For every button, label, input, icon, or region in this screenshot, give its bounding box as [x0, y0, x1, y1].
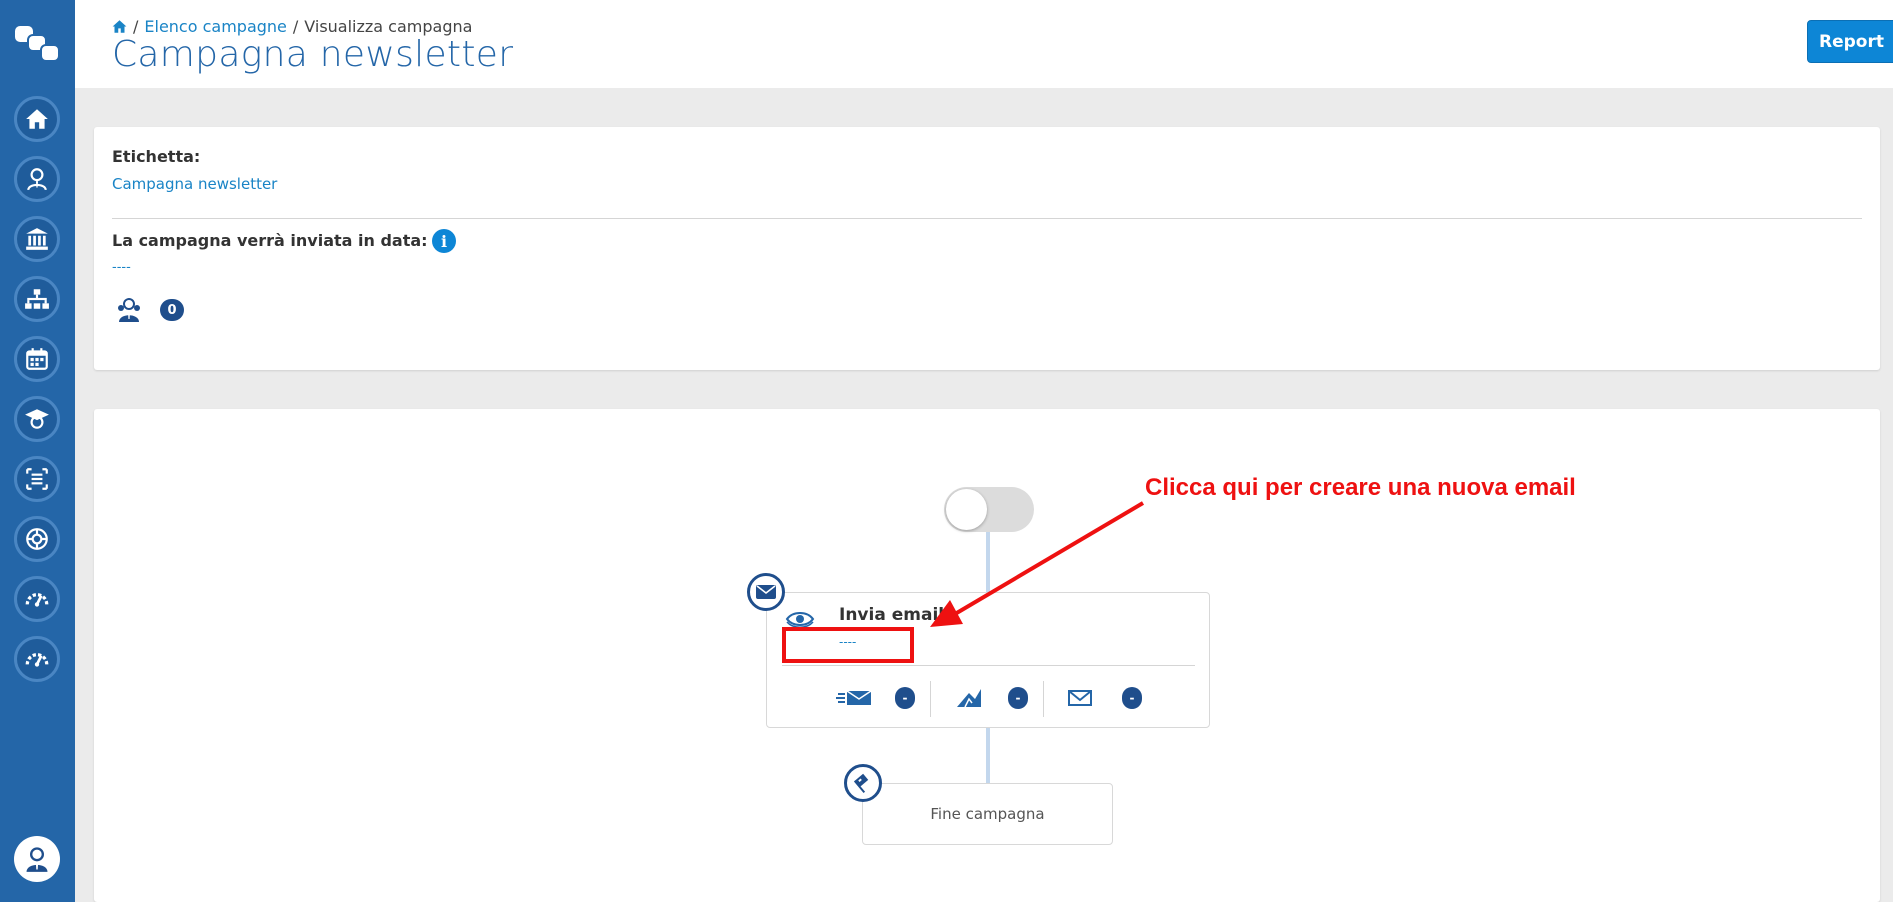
divider: [1043, 681, 1044, 717]
bank-icon: [26, 228, 48, 250]
end-step-icon: [844, 764, 882, 802]
opened-icon: [957, 689, 981, 708]
sent-count-badge: -: [895, 687, 915, 709]
page-title: Campagna newsletter: [112, 34, 514, 75]
sidebar: [0, 0, 75, 902]
envelope-icon: [1068, 690, 1092, 706]
envelope-icon: [756, 585, 776, 599]
sidebar-item-training[interactable]: [14, 396, 60, 442]
label-title: Etichetta:: [112, 147, 201, 166]
sidebar-item-network[interactable]: [14, 516, 60, 562]
divider: [782, 665, 1195, 666]
recipients-count-badge: 0: [160, 299, 184, 321]
sidebar-item-structure[interactable]: [14, 276, 60, 322]
toggle-knob: [946, 489, 987, 530]
list-icon: [26, 468, 48, 490]
recipients-icon: [118, 298, 140, 322]
opened-count-badge: -: [1008, 687, 1028, 709]
network-globe-icon: [26, 528, 48, 550]
eye-icon[interactable]: [785, 609, 815, 629]
home-icon: [26, 109, 48, 129]
sidebar-item-calendar[interactable]: [14, 336, 60, 382]
home-icon[interactable]: [112, 19, 127, 34]
campaign-info-card: Etichetta: Campagna newsletter La campag…: [94, 127, 1880, 370]
annotation-highlight-box: [782, 627, 914, 663]
flag-icon: [853, 773, 869, 793]
clicks-count-badge: -: [1122, 687, 1142, 709]
user-avatar-icon: [26, 847, 48, 872]
sidebar-item-home[interactable]: [14, 96, 60, 142]
divider: [930, 681, 931, 717]
info-icon[interactable]: i: [432, 229, 456, 253]
flow-connector: [986, 532, 990, 592]
calendar-icon: [26, 348, 48, 370]
email-step-icon: [747, 573, 785, 611]
campaign-active-toggle[interactable]: [944, 487, 1034, 532]
report-button[interactable]: Report: [1807, 20, 1893, 63]
divider: [112, 218, 1862, 219]
profile-button[interactable]: [14, 836, 60, 882]
end-step-label: Fine campagna: [930, 805, 1045, 823]
graduate-icon: [25, 409, 49, 429]
sidebar-item-contacts[interactable]: [14, 156, 60, 202]
sidebar-item-companies[interactable]: [14, 216, 60, 262]
send-date-title: La campagna verrà inviata in data:: [112, 231, 428, 250]
report-button-label[interactable]: Report: [1808, 21, 1893, 62]
sidebar-item-lists[interactable]: [14, 456, 60, 502]
user-tie-icon: [27, 168, 47, 191]
sent-icon: [836, 690, 872, 705]
sidebar-item-dashboard[interactable]: [14, 576, 60, 622]
send-date-value[interactable]: ----: [112, 260, 131, 275]
annotation-text: Clicca qui per creare una nuova email: [1145, 474, 1576, 501]
sidebar-item-reports[interactable]: [14, 636, 60, 682]
label-value[interactable]: Campagna newsletter: [112, 175, 277, 193]
org-chart-icon: [25, 289, 49, 309]
flow-connector: [986, 728, 990, 783]
gauge-icon: [25, 653, 49, 667]
page-header: / Elenco campagne / Visualizza campagna …: [75, 0, 1893, 88]
app-logo[interactable]: [14, 24, 60, 64]
gauge-icon: [25, 593, 49, 607]
end-step-card[interactable]: Fine campagna: [862, 783, 1113, 845]
email-step-title[interactable]: Invia email: [839, 605, 944, 625]
